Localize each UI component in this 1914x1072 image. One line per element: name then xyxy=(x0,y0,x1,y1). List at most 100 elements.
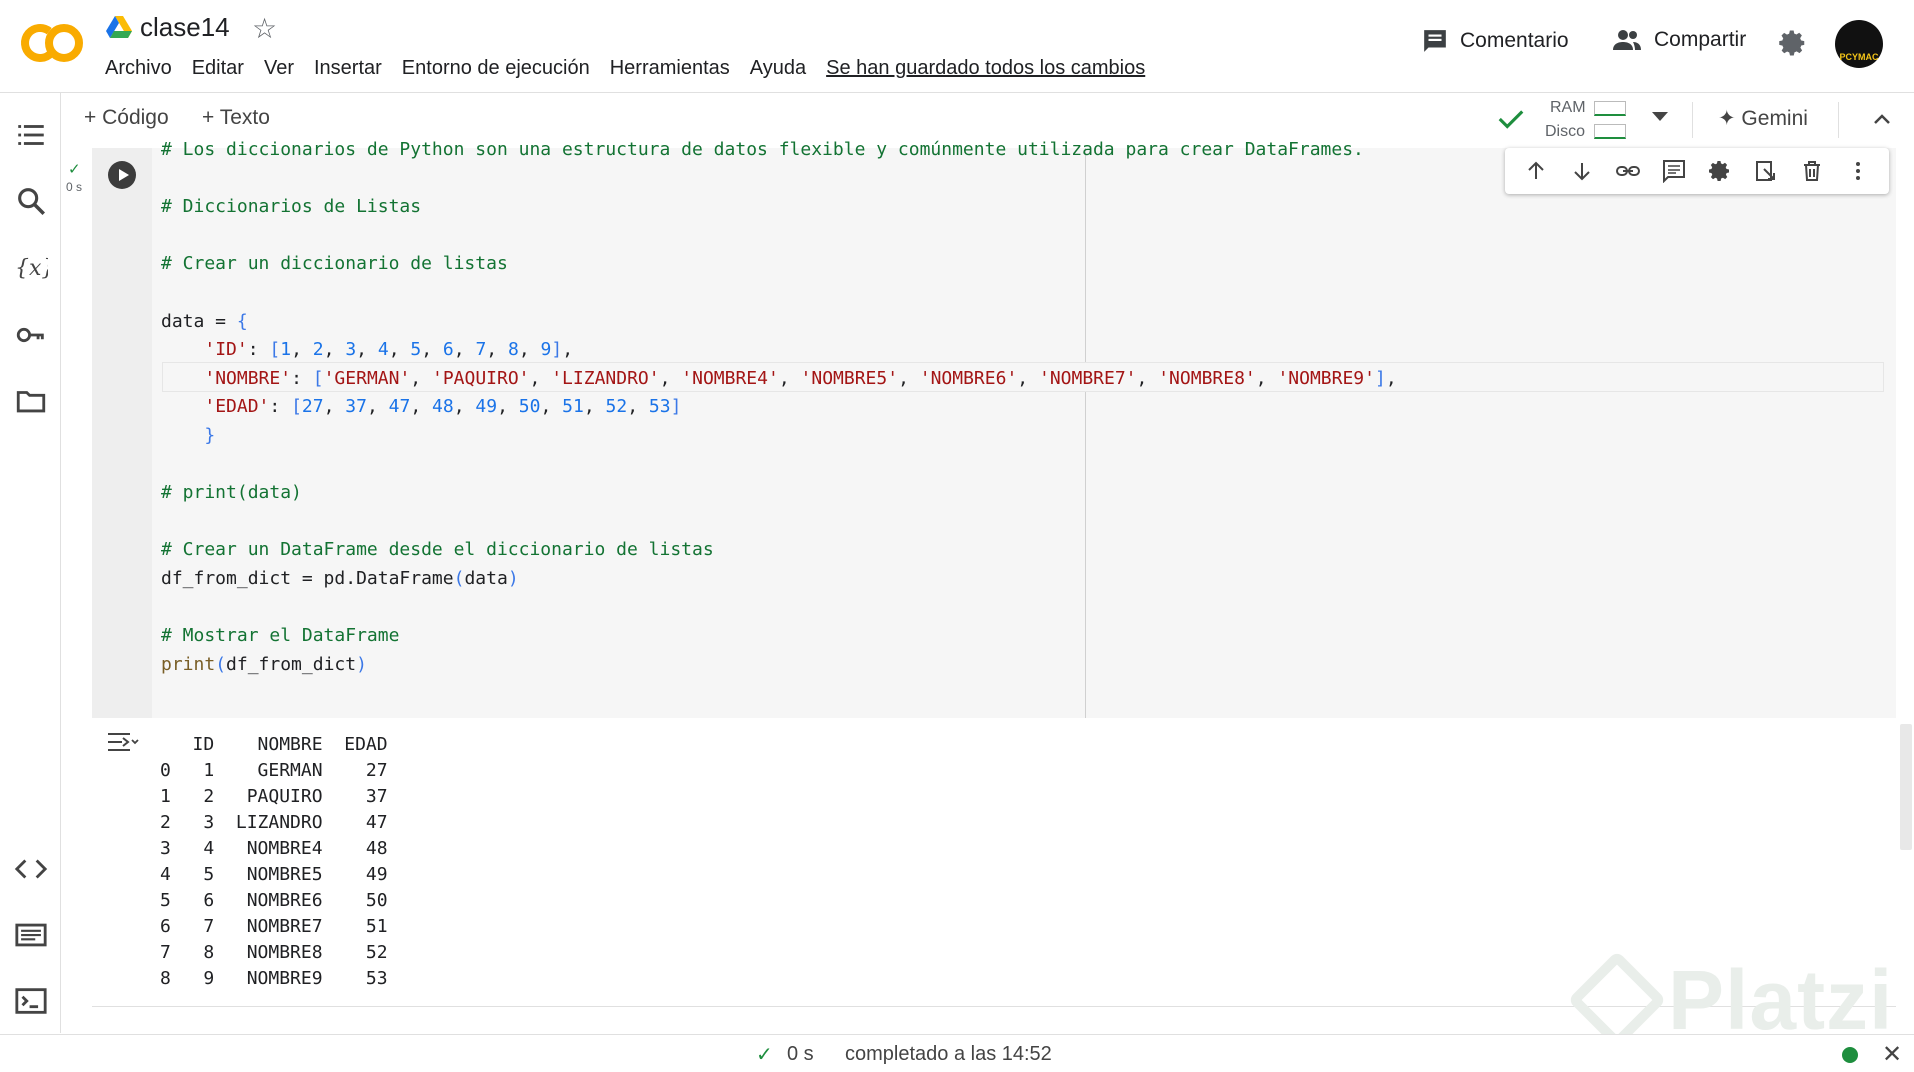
gemini-button[interactable]: ✦ Gemini xyxy=(1718,106,1808,131)
code-line xyxy=(161,508,1881,537)
code-token: { xyxy=(236,310,248,332)
code-line: 'ID': [1, 2, 3, 4, 5, 6, 7, 8, 9], xyxy=(161,336,1881,365)
code-token: ] xyxy=(551,339,563,361)
code-token: , xyxy=(518,339,541,361)
code-token: 'ID' xyxy=(204,339,248,361)
run-cell-button[interactable] xyxy=(108,161,136,189)
code-editor[interactable]: # Los diccionarios de Python son una est… xyxy=(161,136,1881,679)
code-token: 47 xyxy=(388,396,411,418)
add-code-button[interactable]: + Código xyxy=(84,106,169,130)
code-token: 51 xyxy=(562,396,584,418)
code-token: 5 xyxy=(410,339,422,361)
code-line xyxy=(161,279,1881,308)
people-icon xyxy=(1613,30,1641,50)
comment-cell-icon[interactable] xyxy=(1661,158,1687,184)
output-actions-icon[interactable] xyxy=(106,728,140,758)
code-token: print xyxy=(161,653,216,675)
cell-settings-icon[interactable] xyxy=(1707,158,1733,184)
move-up-icon[interactable] xyxy=(1523,158,1549,184)
link-icon[interactable] xyxy=(1615,158,1641,184)
code-token: ) xyxy=(356,653,367,675)
code-token: df_from_dict = pd.DataFrame xyxy=(161,567,454,589)
colab-logo[interactable] xyxy=(20,20,84,66)
menu-editar[interactable]: Editar xyxy=(192,57,244,87)
comment-icon xyxy=(1424,30,1446,52)
code-token: } xyxy=(204,424,216,446)
execution-check-icon: ✓ xyxy=(68,161,81,178)
code-token: 'NOMBRE5' xyxy=(800,367,899,389)
search-icon[interactable] xyxy=(14,184,48,218)
code-token: , xyxy=(898,367,920,389)
save-status-link[interactable]: Se han guardado todos los cambios xyxy=(826,57,1145,87)
gear-icon[interactable] xyxy=(1778,28,1808,58)
code-line: # Crear un DataFrame desde el diccionari… xyxy=(161,536,1881,565)
code-line: # Mostrar el DataFrame xyxy=(161,622,1881,651)
code-line: data = { xyxy=(161,308,1881,337)
side-rail xyxy=(0,93,61,1033)
code-token: 50 xyxy=(518,396,541,418)
key-icon[interactable] xyxy=(14,318,48,352)
table-of-contents-icon[interactable] xyxy=(14,118,48,152)
code-snippets-icon[interactable] xyxy=(14,852,48,886)
code-token: 'NOMBRE8' xyxy=(1158,367,1256,389)
notebook-title[interactable]: clase14 xyxy=(140,12,230,43)
status-time: 0 s xyxy=(787,1043,814,1065)
mirror-cell-icon[interactable] xyxy=(1753,158,1779,184)
variables-icon[interactable]: {x} xyxy=(14,250,48,284)
code-line xyxy=(161,222,1881,251)
code-line xyxy=(161,451,1881,480)
output-row: 3 4 NOMBRE4 48 xyxy=(160,838,388,859)
code-token: ) xyxy=(507,567,519,589)
add-text-button[interactable]: + Texto xyxy=(202,106,270,130)
code-token: 8 xyxy=(507,339,519,361)
menu-archivo[interactable]: Archivo xyxy=(105,57,172,87)
avatar[interactable]: PCYMAC xyxy=(1835,20,1883,68)
code-token: , xyxy=(659,367,682,389)
code-token: data xyxy=(464,567,508,589)
execution-time: 0 s xyxy=(66,180,83,194)
google-drive-icon[interactable] xyxy=(106,16,132,38)
chevron-up-icon[interactable] xyxy=(1870,108,1894,132)
terminal-icon[interactable] xyxy=(14,984,48,1018)
code-token: 'GERMAN' xyxy=(323,367,411,389)
menu-ver[interactable]: Ver xyxy=(264,57,294,87)
close-icon[interactable]: ✕ xyxy=(1882,1040,1902,1069)
ram-meter[interactable] xyxy=(1594,101,1626,116)
command-palette-icon[interactable] xyxy=(14,918,48,952)
output-row: 7 8 NOMBRE8 52 xyxy=(160,942,388,963)
output-row: 6 7 NOMBRE7 51 xyxy=(160,916,388,937)
status-message: completado a las 14:52 xyxy=(845,1043,1052,1065)
more-options-icon[interactable] xyxy=(1845,158,1871,184)
menu-insertar[interactable]: Insertar xyxy=(314,57,382,87)
code-token: 37 xyxy=(345,396,367,418)
code-token: , xyxy=(562,339,574,361)
toolbar-divider xyxy=(1838,102,1839,138)
code-token: 52 xyxy=(605,396,628,418)
comment-button[interactable]: Comentario xyxy=(1422,28,1569,54)
delete-icon[interactable] xyxy=(1799,158,1825,184)
code-token: , xyxy=(323,339,346,361)
star-icon[interactable]: ☆ xyxy=(252,12,277,45)
code-token: , xyxy=(410,396,433,418)
code-token: 4 xyxy=(377,339,389,361)
cell-toolbar xyxy=(1505,148,1889,194)
scrollbar[interactable] xyxy=(1900,724,1912,850)
menu-ayuda[interactable]: Ayuda xyxy=(750,57,806,87)
code-token: 7 xyxy=(475,339,487,361)
code-token: [ xyxy=(312,367,324,389)
code-token: 2 xyxy=(312,339,324,361)
menu-herramientas[interactable]: Herramientas xyxy=(610,57,730,87)
code-line: 'NOMBRE': ['GERMAN', 'PAQUIRO', 'LIZANDR… xyxy=(161,365,1881,394)
code-token: , xyxy=(486,339,508,361)
share-button[interactable]: Compartir xyxy=(1612,28,1746,52)
code-token: , xyxy=(1136,367,1159,389)
code-token: 9 xyxy=(540,339,552,361)
menu-entorno[interactable]: Entorno de ejecución xyxy=(402,57,590,87)
folder-icon[interactable] xyxy=(14,384,48,418)
runtime-dropdown-icon[interactable] xyxy=(1652,112,1668,121)
code-token: 27 xyxy=(301,396,324,418)
move-down-icon[interactable] xyxy=(1569,158,1595,184)
